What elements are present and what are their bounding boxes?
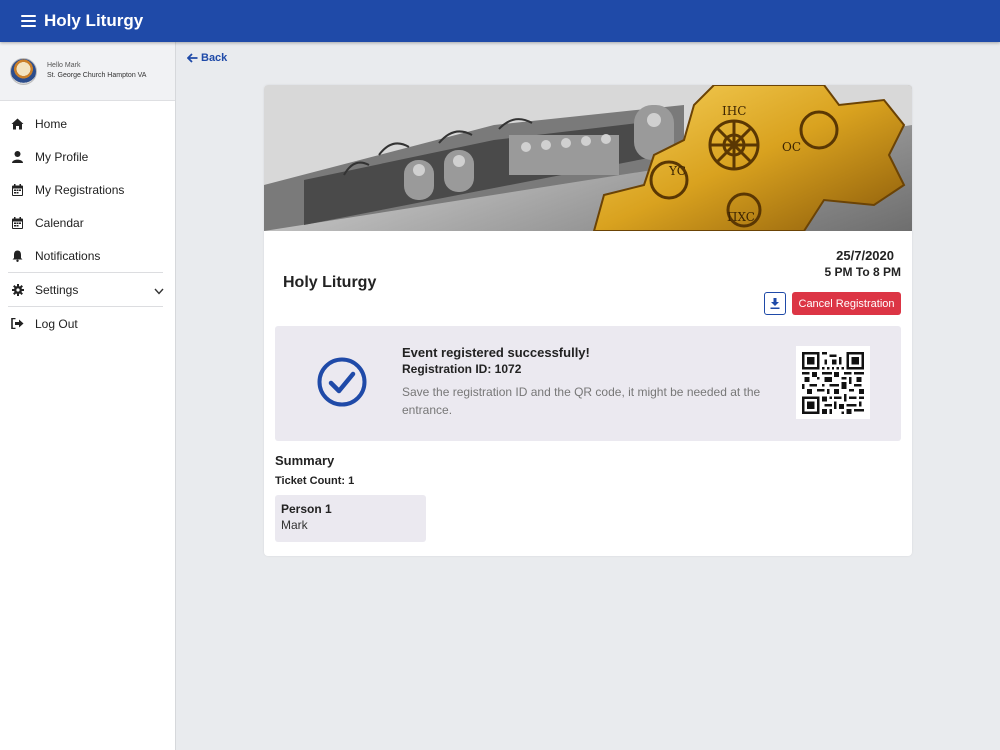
bell-icon [11, 249, 24, 262]
profile-church: St. George Church Hampton VA [47, 72, 147, 79]
home-icon [11, 117, 24, 130]
summary-title: Summary [275, 453, 335, 468]
sidebar-item-my-registrations[interactable]: My Registrations [0, 173, 175, 206]
sidebar-nav: Home My Profile My Registrations Calenda… [0, 101, 175, 340]
sidebar-item-label: Notifications [35, 248, 101, 263]
sidebar-item-label: Settings [35, 282, 79, 297]
qr-code [796, 346, 870, 419]
hamburger-menu-icon[interactable] [21, 15, 36, 27]
sidebar-item-log-out[interactable]: Log Out [0, 307, 175, 340]
person-name: Mark [281, 518, 308, 532]
ticket-count: Ticket Count: 1 [275, 475, 355, 487]
download-button[interactable] [764, 292, 786, 315]
user-icon [11, 150, 24, 163]
profile-header: Hello Mark St. George Church Hampton VA [0, 42, 175, 101]
event-time: 5 PM To 8 PM [824, 265, 901, 279]
sidebar-item-label: My Profile [35, 149, 89, 164]
sidebar-item-label: Home [35, 116, 68, 131]
event-banner-image: IHC OC YC ΠXC [264, 85, 912, 231]
sidebar: Hello Mark St. George Church Hampton VA … [0, 42, 176, 750]
svg-text:IHC: IHC [722, 104, 746, 118]
profile-greeting: Hello Mark [47, 62, 81, 69]
event-title: Holy Liturgy [283, 274, 377, 291]
person-label: Person 1 [281, 502, 332, 516]
top-app-bar: Holy Liturgy [0, 0, 1000, 42]
sidebar-item-notifications[interactable]: Notifications [0, 239, 175, 272]
calendar-icon [11, 216, 24, 229]
gear-icon [11, 283, 24, 296]
svg-text:ΠXC: ΠXC [727, 210, 755, 224]
sidebar-item-my-profile[interactable]: My Profile [0, 140, 175, 173]
sidebar-item-label: My Registrations [35, 182, 125, 197]
cancel-registration-button[interactable]: Cancel Registration [792, 292, 901, 315]
calendar-icon [11, 183, 24, 196]
check-circle-icon [317, 357, 367, 412]
arrow-left-icon [187, 53, 198, 63]
back-label: Back [201, 52, 228, 64]
sidebar-item-settings[interactable]: Settings [0, 273, 175, 306]
sidebar-item-home[interactable]: Home [0, 107, 175, 140]
avatar [10, 57, 37, 85]
sidebar-item-label: Log Out [35, 316, 78, 331]
sidebar-item-calendar[interactable]: Calendar [0, 206, 175, 239]
chevron-down-icon[interactable] [154, 284, 164, 298]
svg-text:OC: OC [782, 140, 801, 154]
svg-text:YC: YC [668, 164, 686, 178]
event-card: IHC OC YC ΠXC Holy Liturgy 25/7/2020 5 P… [264, 85, 912, 556]
app-title: Holy Liturgy [44, 11, 144, 30]
success-message: Event registered successfully! [402, 345, 590, 360]
back-link[interactable]: Back [187, 52, 227, 64]
person-card: Person 1 Mark [275, 495, 426, 542]
sidebar-item-label: Calendar [35, 215, 84, 230]
registration-success-panel: Event registered successfully! Registrat… [275, 326, 901, 441]
registration-id: Registration ID: 1072 [402, 362, 522, 376]
registration-note: Save the registration ID and the QR code… [402, 385, 761, 417]
download-icon [770, 298, 780, 309]
event-date: 25/7/2020 [836, 248, 894, 263]
logout-icon [11, 317, 24, 330]
